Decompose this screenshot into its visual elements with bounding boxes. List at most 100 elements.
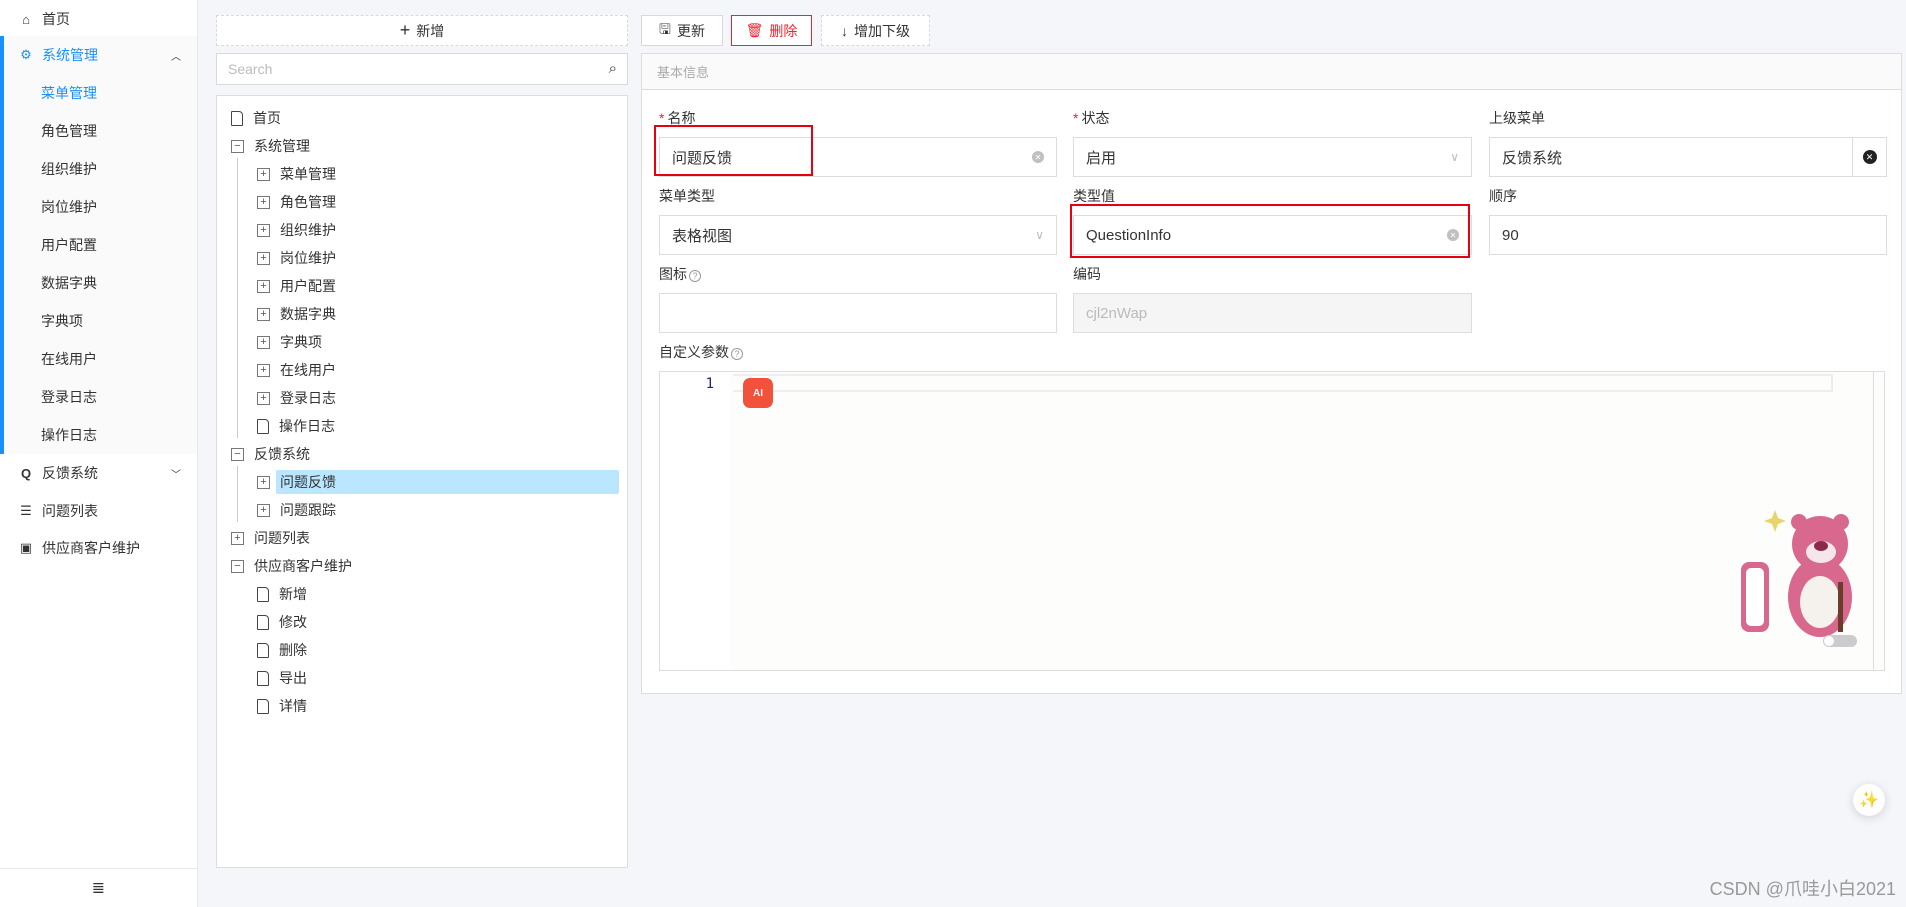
sidebar-subitem-label: 数据字典	[41, 275, 97, 291]
tree-node[interactable]: 首页	[231, 106, 285, 130]
order-input[interactable]: 90	[1489, 215, 1887, 255]
expand-icon[interactable]: +	[257, 475, 270, 489]
chevron-down-icon: ∨	[1450, 150, 1459, 164]
tree-node[interactable]: 新增	[257, 582, 311, 606]
clear-parent-button[interactable]: ✕	[1852, 138, 1886, 176]
sidebar-item-label: 系统管理	[42, 47, 98, 63]
tree-node[interactable]: + 问题反馈	[257, 470, 619, 494]
tree-node[interactable]: + 在线用户	[257, 358, 340, 382]
status-select[interactable]: 启用 ∨	[1073, 137, 1472, 177]
tree-guide-line	[237, 466, 238, 522]
tree-node-label: 菜单管理	[280, 166, 336, 182]
tree-node-label: 新增	[279, 586, 307, 602]
sidebar-item-issue-list[interactable]: ☰ 问题列表	[0, 492, 197, 530]
sidebar-subitem[interactable]: 菜单管理	[0, 74, 197, 112]
tree-node[interactable]: − 供应商客户维护	[231, 554, 356, 578]
add-node-button[interactable]: + 新增	[216, 15, 628, 46]
plus-icon: +	[399, 20, 411, 40]
tree-node[interactable]: − 系统管理	[231, 134, 314, 158]
expand-icon[interactable]: +	[257, 195, 270, 209]
sidebar-subitem-label: 菜单管理	[41, 85, 97, 101]
tree-node[interactable]: 操作日志	[257, 414, 339, 438]
params-label: 自定义参数?	[659, 342, 743, 362]
sidebar-subitem-label: 登录日志	[41, 389, 97, 405]
tree-node[interactable]: + 角色管理	[257, 190, 340, 214]
icon-input[interactable]	[659, 293, 1057, 333]
file-icon	[257, 614, 269, 630]
expand-icon[interactable]: +	[257, 503, 270, 517]
menu-type-select[interactable]: 表格视图 ∨	[659, 215, 1057, 255]
highlight-box-name	[654, 125, 813, 176]
expand-icon[interactable]: +	[257, 335, 270, 349]
tree-node-label: 用户配置	[280, 278, 336, 294]
tree-node[interactable]: + 组织维护	[257, 218, 340, 242]
sidebar-subitem[interactable]: 岗位维护	[0, 188, 197, 226]
tree-node-label: 详情	[279, 698, 307, 714]
update-label: 更新	[676, 22, 705, 39]
expand-icon[interactable]: +	[231, 531, 244, 545]
sidebar-item-label: 供应商客户维护	[42, 540, 140, 556]
expand-icon[interactable]: +	[257, 223, 270, 237]
sidebar-subitem[interactable]: 组织维护	[0, 150, 197, 188]
expand-icon[interactable]: +	[257, 167, 270, 181]
tree-node-label: 导出	[279, 670, 307, 686]
file-icon	[231, 110, 243, 126]
search-icon[interactable]: ⌕	[609, 60, 617, 77]
bear-sticker-icon[interactable]	[1735, 502, 1870, 647]
tree-node[interactable]: − 反馈系统	[231, 442, 314, 466]
clear-icon[interactable]: ✕	[1032, 151, 1044, 163]
sidebar-item-home[interactable]: ⌂ 首页	[0, 0, 197, 38]
collapse-sidebar-button[interactable]: ≣	[0, 868, 197, 907]
tree-node-label: 修改	[279, 614, 307, 630]
sidebar-subitem[interactable]: 操作日志	[0, 416, 197, 454]
magic-wand-icon[interactable]: ✨	[1853, 784, 1885, 816]
parent-select[interactable]: 反馈系统 ✕	[1489, 137, 1887, 177]
tree-node-label: 数据字典	[280, 306, 336, 322]
search-input[interactable]	[217, 54, 587, 84]
sidebar-subitem[interactable]: 在线用户	[0, 340, 197, 378]
collapse-icon[interactable]: −	[231, 139, 244, 153]
tree-node[interactable]: 导出	[257, 666, 311, 690]
tree-node[interactable]: + 问题跟踪	[257, 498, 340, 522]
sidebar-subitem[interactable]: 用户配置	[0, 226, 197, 264]
sidebar-subitem-label: 用户配置	[41, 237, 97, 253]
expand-icon[interactable]: +	[257, 279, 270, 293]
tree-node[interactable]: + 用户配置	[257, 274, 340, 298]
params-code-editor[interactable]: 1 AI	[659, 371, 1885, 671]
tree-node[interactable]: 删除	[257, 638, 311, 662]
tree-node[interactable]: + 菜单管理	[257, 162, 340, 186]
expand-icon[interactable]: +	[257, 391, 270, 405]
parent-label: 上级菜单	[1489, 110, 1545, 126]
sidebar-subitem[interactable]: 字典项	[0, 302, 197, 340]
collapse-icon[interactable]: −	[231, 559, 244, 573]
expand-icon[interactable]: +	[257, 363, 270, 377]
sidebar-item-supplier[interactable]: ▣ 供应商客户维护	[0, 529, 197, 567]
delete-button[interactable]: 🗑 删除	[731, 15, 812, 46]
indent-icon: ≣	[91, 880, 106, 897]
sidebar-subitem[interactable]: 数据字典	[0, 264, 197, 302]
tree-node[interactable]: 详情	[257, 694, 311, 718]
editor-scrollbar[interactable]	[1873, 372, 1874, 670]
sidebar-item-system[interactable]: ⚙ 系统管理 ︿	[0, 36, 197, 74]
tree-node[interactable]: + 登录日志	[257, 386, 340, 410]
add-child-button[interactable]: ↓ 增加下级	[821, 15, 930, 46]
sidebar-item-feedback[interactable]: Q 反馈系统 ﹀	[0, 454, 197, 492]
tree-node[interactable]: + 数据字典	[257, 302, 340, 326]
sidebar-subitem[interactable]: 角色管理	[0, 112, 197, 150]
collapse-icon[interactable]: −	[231, 447, 244, 461]
sidebar-item-label: 反馈系统	[42, 465, 98, 481]
tree-node[interactable]: + 岗位维护	[257, 246, 340, 270]
expand-icon[interactable]: +	[257, 251, 270, 265]
tree-node[interactable]: 修改	[257, 610, 311, 634]
file-icon	[257, 642, 269, 658]
sidebar-subitem-label: 角色管理	[41, 123, 97, 139]
sidebar-subitem[interactable]: 登录日志	[0, 378, 197, 416]
update-button[interactable]: 🖫 更新	[641, 15, 723, 46]
expand-icon[interactable]: +	[257, 307, 270, 321]
tree-node-label: 问题列表	[254, 530, 310, 546]
tree-node[interactable]: + 问题列表	[231, 526, 314, 550]
add-label: 新增	[416, 22, 445, 39]
tree-node[interactable]: + 字典项	[257, 330, 326, 354]
delete-label: 删除	[769, 22, 798, 39]
ai-assistant-icon[interactable]: AI	[743, 378, 773, 408]
